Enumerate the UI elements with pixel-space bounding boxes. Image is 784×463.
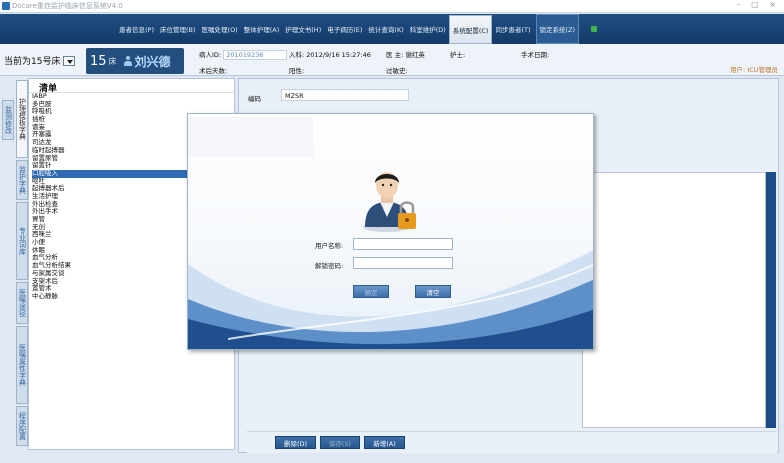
nurse-label: 护士:: [450, 51, 466, 59]
chevron-down-icon[interactable]: [63, 55, 76, 66]
password-label: 解锁密码:: [315, 262, 344, 270]
bed-unit: 床: [108, 56, 117, 66]
bed-selector-value: 当前为15号床: [4, 57, 61, 67]
username-input[interactable]: [353, 238, 453, 250]
side-tab-program-config[interactable]: 程序配置: [16, 406, 28, 446]
green-square-icon: [591, 26, 598, 32]
password-input[interactable]: [353, 257, 453, 269]
dialog-header-area: [188, 117, 313, 157]
side-tab-strip: 监测修改 护理模板字典 监护字典 专业词库 医嘱途径 医嘱属性字典 程序配置: [0, 78, 30, 460]
status-bar: [0, 456, 784, 463]
patient-id: 病人ID: 201019236: [199, 49, 288, 60]
surgery-date-label: 手术日期:: [521, 51, 550, 59]
doctor-info: 医 主: 谢红英: [386, 49, 425, 59]
bed-number: 15: [90, 53, 107, 69]
menu-system-config[interactable]: 系统配置(C): [448, 15, 493, 44]
menu-bed-management[interactable]: 床位管理(B): [157, 14, 199, 44]
side-tab-monitor-edit[interactable]: 监测修改: [2, 100, 14, 140]
add-button[interactable]: 新增(A): [364, 436, 405, 449]
app-icon: [2, 2, 10, 10]
locked-user-icon: [363, 172, 416, 232]
clear-button[interactable]: 清空: [415, 285, 451, 298]
admit-info: 入科: 2012/9/16 15:27:46: [289, 49, 371, 59]
current-user: 用户: ICU管理员: [730, 66, 778, 74]
patient-id-label: 病人ID:: [199, 51, 222, 59]
delete-button[interactable]: 删除(D): [275, 436, 316, 449]
person-icon: [123, 55, 133, 67]
list-header: 清单: [29, 79, 234, 94]
admit-value: 2012/9/16 15:27:46: [306, 51, 371, 59]
window-title: Docare重症监护临床信息系统V4.0: [12, 2, 123, 10]
allergy-label: 过敏史:: [386, 67, 408, 75]
menu-nursing-docs[interactable]: 护理文书(H): [282, 14, 324, 44]
vertical-scrollbar[interactable]: [766, 172, 776, 428]
doctor-label: 医 主:: [386, 51, 404, 59]
side-tab-order-route[interactable]: 医嘱途径: [16, 282, 28, 324]
positive-label: 阳性:: [289, 67, 305, 75]
menu-statistics[interactable]: 统计查询(K): [365, 14, 406, 44]
list-item[interactable]: IABP: [32, 92, 234, 101]
patient-id-value: 201019236: [223, 50, 288, 60]
title-bar: Docare重症监护临床信息系统V4.0 – ▢ ×: [0, 0, 784, 13]
side-tab-nursing-template[interactable]: 护理模板字典: [16, 80, 28, 158]
menu-emr[interactable]: 电子病历(E): [324, 14, 365, 44]
menu-lock-system[interactable]: 锁定系统(Z): [535, 14, 580, 44]
content-textarea[interactable]: [582, 172, 766, 428]
username-label: 用户名称:: [315, 242, 344, 250]
menu-department[interactable]: 科室维护(D): [407, 14, 449, 44]
list-item[interactable]: 口腔吸入: [32, 169, 187, 178]
window-controls[interactable]: – ▢ ×: [737, 0, 780, 9]
main-menu: 患者信息(P) 床位管理(B) 医嘱处理(O) 整体护理(A) 护理文书(H) …: [0, 14, 784, 44]
patient-name: 刘兴德: [134, 54, 171, 69]
menu-orders[interactable]: 医嘱处理(O): [199, 14, 241, 44]
unlock-dialog: 用户名称: 解锁密码: 确定 清空: [187, 113, 594, 350]
side-tab-order-attr[interactable]: 医嘱属性字典: [16, 326, 28, 404]
code-input[interactable]: MZSR: [281, 89, 409, 101]
menu-extra[interactable]: [579, 14, 609, 44]
doctor-value: 谢红英: [405, 51, 425, 59]
menu-patient-info[interactable]: 患者信息(P): [116, 14, 157, 44]
ok-button[interactable]: 确定: [353, 285, 389, 298]
save-button[interactable]: 保存(S): [320, 436, 360, 449]
side-tab-vocabulary[interactable]: 专业词库: [16, 202, 28, 280]
code-label: 编码: [248, 95, 261, 103]
menu-nursing[interactable]: 整体护理(A): [241, 14, 283, 44]
bed-selector[interactable]: 当前为15号床: [4, 54, 76, 67]
bed-card: 15 床 刘兴德: [86, 48, 184, 74]
postop-days-label: 术后天数:: [199, 67, 228, 75]
side-tab-monitor-dict[interactable]: 监护字典: [16, 160, 28, 200]
menu-sync-patient[interactable]: 同步患者(T): [492, 14, 533, 44]
patient-info-bar: 当前为15号床 15 床 刘兴德 病人ID: 201019236 入科: 201…: [0, 44, 784, 76]
list-item[interactable]: 多巴胺: [32, 100, 234, 109]
admit-label: 入科:: [289, 51, 305, 59]
